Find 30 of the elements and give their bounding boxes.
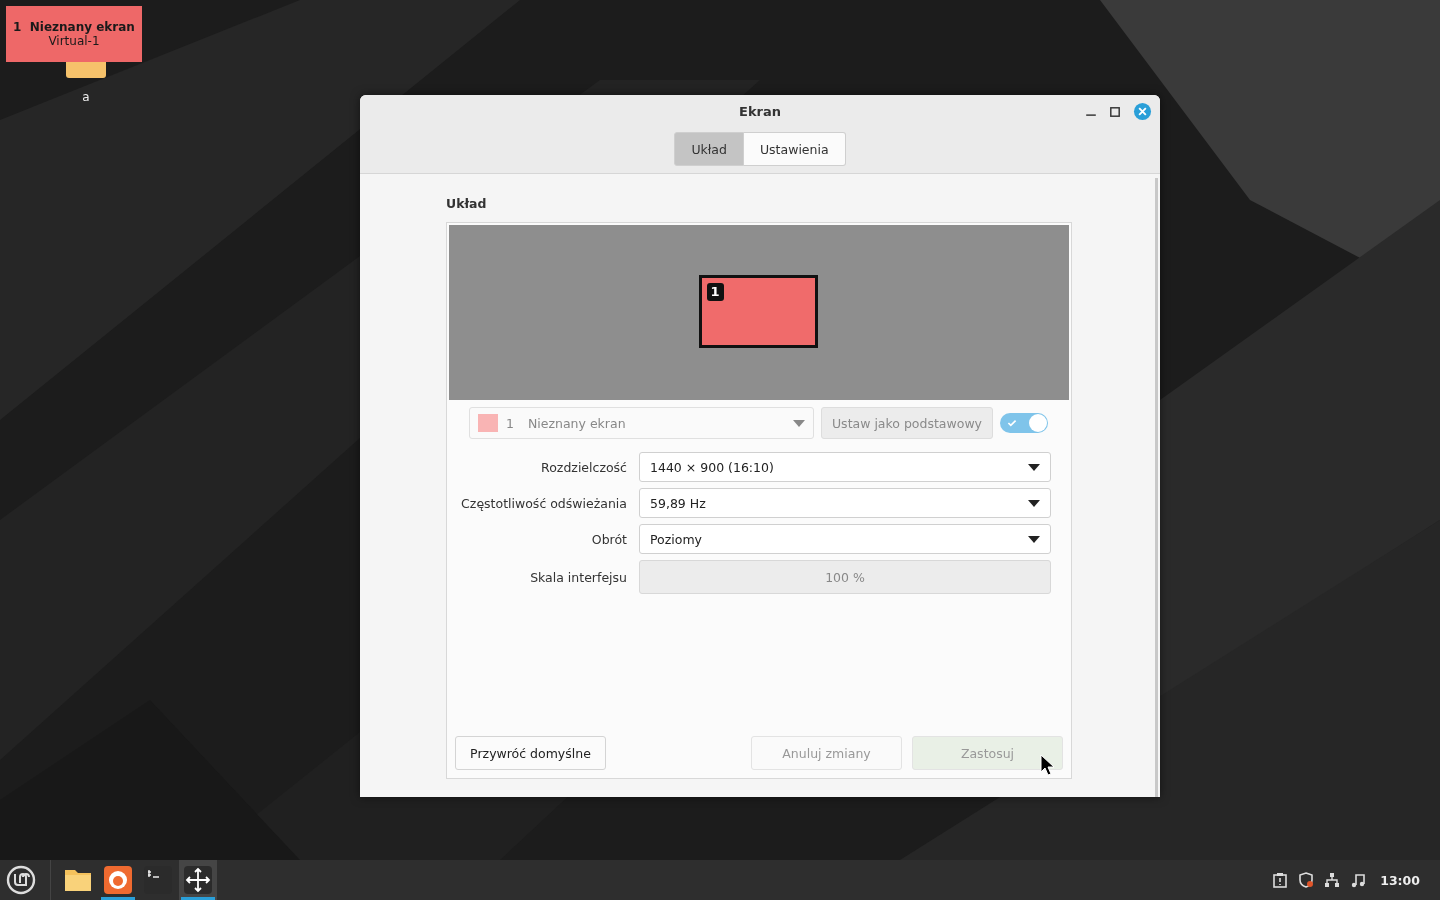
maximize-icon[interactable]: [1109, 105, 1121, 118]
check-icon: [1006, 417, 1018, 429]
dropdown[interactable]: 1440 × 900 (16:10): [639, 452, 1051, 482]
display-name: 1 Nieznany ekran: [13, 20, 135, 34]
setting-label: Częstotliwość odświeżania: [460, 495, 627, 511]
move-arrows-icon[interactable]: [183, 865, 213, 895]
shield-icon[interactable]: [1298, 872, 1315, 888]
mouse-pointer-icon: [1040, 754, 1056, 776]
dropdown[interactable]: Poziomy: [639, 524, 1051, 554]
dropdown[interactable]: 59,89 Hz: [639, 488, 1051, 518]
menu-icon[interactable]: [6, 865, 36, 895]
music-note-icon[interactable]: [1350, 872, 1367, 888]
tab[interactable]: Ustawienia: [743, 132, 846, 166]
action-button[interactable]: Przywróć domyślne: [455, 736, 606, 770]
setting-label: Rozdzielczość: [540, 459, 627, 475]
toggle-switch[interactable]: [1000, 413, 1048, 433]
section-title: Układ: [446, 196, 488, 213]
close-icon[interactable]: [1133, 102, 1152, 121]
browser-icon[interactable]: [103, 865, 133, 895]
clock[interactable]: 13:00: [1380, 872, 1420, 888]
tab[interactable]: Układ: [674, 132, 744, 166]
monitor-tile[interactable]: 1: [698, 275, 818, 348]
window-title: Ekran: [739, 103, 781, 119]
display-output: Virtual-1: [48, 34, 100, 48]
desktop-icon-label[interactable]: a: [82, 90, 90, 104]
network-icon[interactable]: [1324, 872, 1341, 888]
monitor-number: 1: [706, 283, 724, 301]
setting-label: Skala interfejsu: [529, 569, 627, 585]
setting-label: Obrót: [590, 531, 627, 547]
clipboard-icon[interactable]: [1272, 872, 1289, 888]
